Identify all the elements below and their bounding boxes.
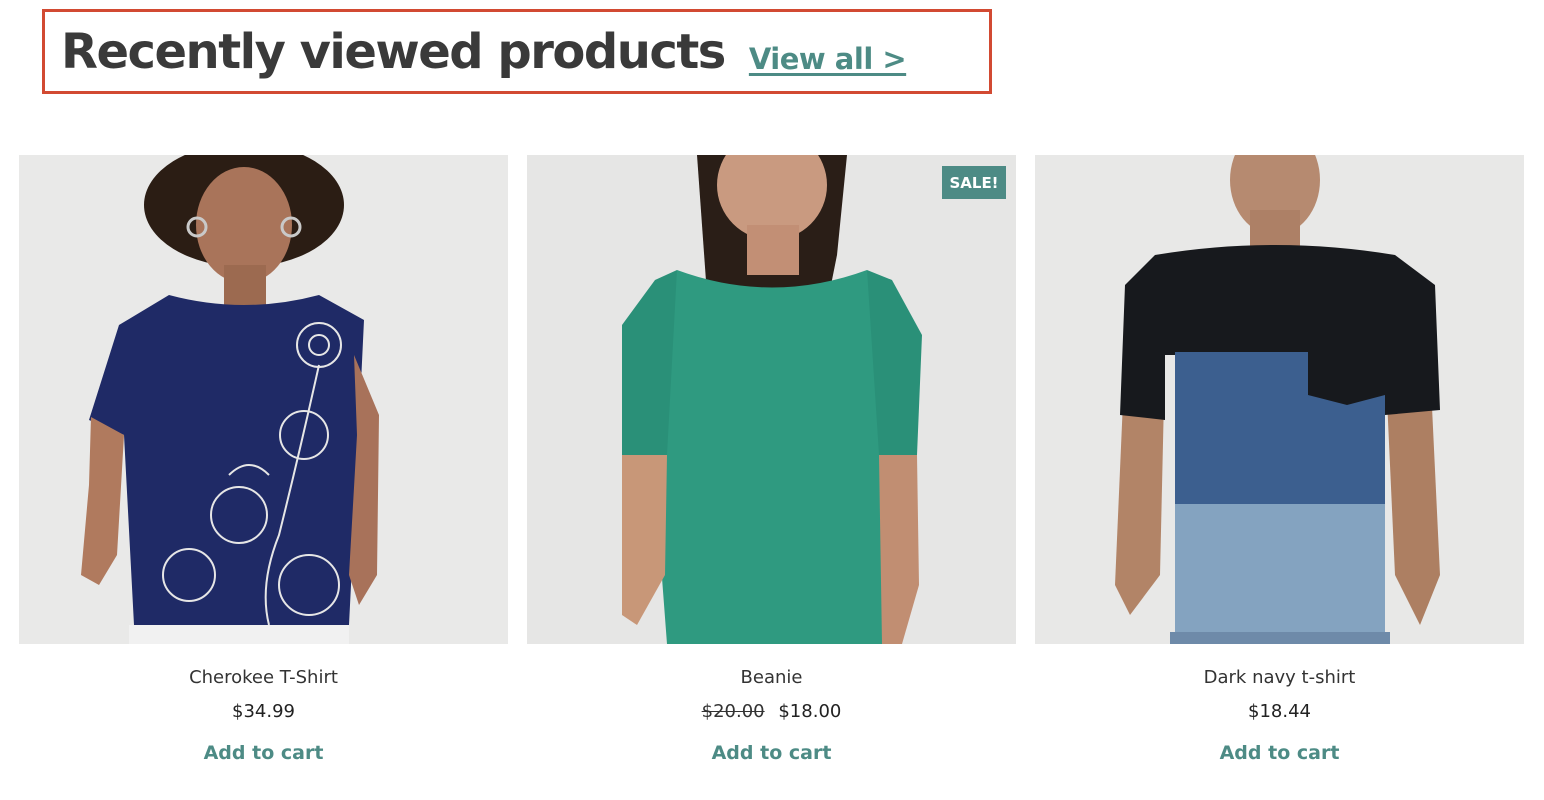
product-image[interactable]: SALE! — [527, 155, 1016, 644]
product-price: $18.44 — [1035, 701, 1524, 725]
product-card: Cherokee T-Shirt $34.99 Add to cart — [19, 155, 508, 795]
price-current: $34.99 — [232, 701, 295, 722]
sale-badge: SALE! — [942, 166, 1006, 199]
product-card: SALE! Beanie $20.00 $18.00 Add to cart — [527, 155, 1016, 795]
product-title[interactable]: Beanie — [527, 667, 1016, 691]
product-photo — [1035, 155, 1524, 644]
product-photo — [527, 155, 1016, 644]
add-to-cart-button[interactable]: Add to cart — [1035, 742, 1524, 764]
product-title[interactable]: Dark navy t-shirt — [1035, 667, 1524, 691]
product-price: $20.00 $18.00 — [527, 701, 1016, 725]
product-image[interactable] — [19, 155, 508, 644]
price-current: $18.00 — [778, 701, 842, 722]
price-regular: $20.00 — [701, 701, 765, 722]
view-all-link[interactable]: View all > — [749, 42, 907, 76]
add-to-cart-button[interactable]: Add to cart — [19, 742, 508, 764]
section-title: Recently viewed products — [61, 23, 726, 80]
product-price: $34.99 — [19, 701, 508, 725]
product-photo — [19, 155, 508, 644]
add-to-cart-button[interactable]: Add to cart — [527, 742, 1016, 764]
price-current: $18.44 — [1248, 701, 1311, 722]
product-title[interactable]: Cherokee T-Shirt — [19, 667, 508, 691]
product-image[interactable] — [1035, 155, 1524, 644]
product-card: Dark navy t-shirt $18.44 Add to cart — [1035, 155, 1524, 795]
section-header: Recently viewed products View all > — [42, 9, 992, 94]
